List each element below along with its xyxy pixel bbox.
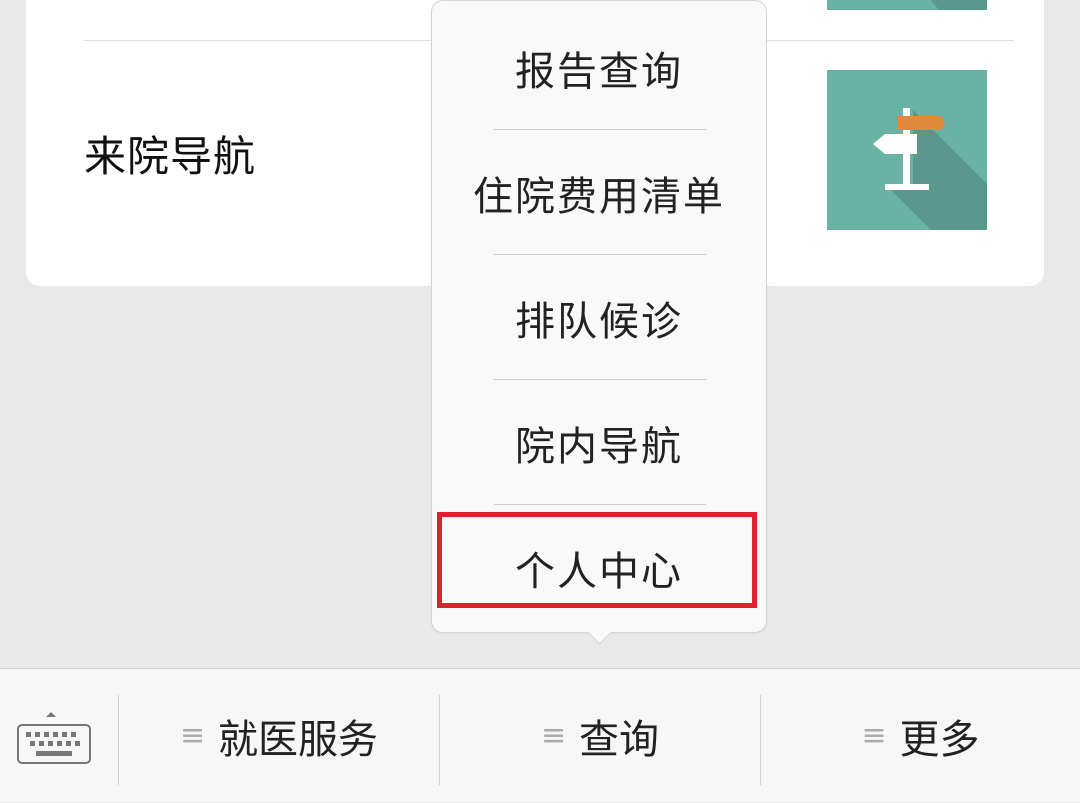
bottom-tab-bar: ≡ 就医服务 ≡ 查询 ≡ 更多 (0, 668, 1080, 802)
menu-item-report-query[interactable]: 报告查询 (432, 5, 766, 130)
menu-lines-icon: ≡ (861, 718, 887, 753)
tab-label: 查询 (579, 717, 659, 763)
tab-medical-services[interactable]: ≡ 就医服务 (119, 669, 439, 803)
menu-item-queue-waiting[interactable]: 排队候诊 (432, 255, 766, 380)
menu-lines-icon: ≡ (180, 718, 206, 753)
tab-label: 就医服务 (218, 717, 378, 763)
menu-item-inpatient-bill[interactable]: 住院费用清单 (432, 130, 766, 255)
previous-row-thumbnail[interactable] (827, 0, 987, 10)
keyboard-icon (17, 712, 91, 764)
menu-lines-icon: ≡ (541, 718, 567, 753)
signpost-icon[interactable] (827, 70, 987, 230)
menu-item-indoor-navigation[interactable]: 院内导航 (432, 380, 766, 505)
tab-label: 更多 (899, 717, 980, 763)
row-title-hospital-navigation[interactable]: 来院导航 (84, 123, 256, 184)
keyboard-toggle-button[interactable] (0, 669, 118, 803)
thumbnail-shadow (897, 0, 987, 10)
menu-item-personal-center[interactable]: 个人中心 (432, 505, 766, 630)
tab-query[interactable]: ≡ 查询 (440, 669, 760, 803)
query-dropdown-menu: 报告查询 住院费用清单 排队候诊 院内导航 个人中心 (431, 0, 767, 645)
tab-more[interactable]: ≡ 更多 (761, 669, 1080, 803)
